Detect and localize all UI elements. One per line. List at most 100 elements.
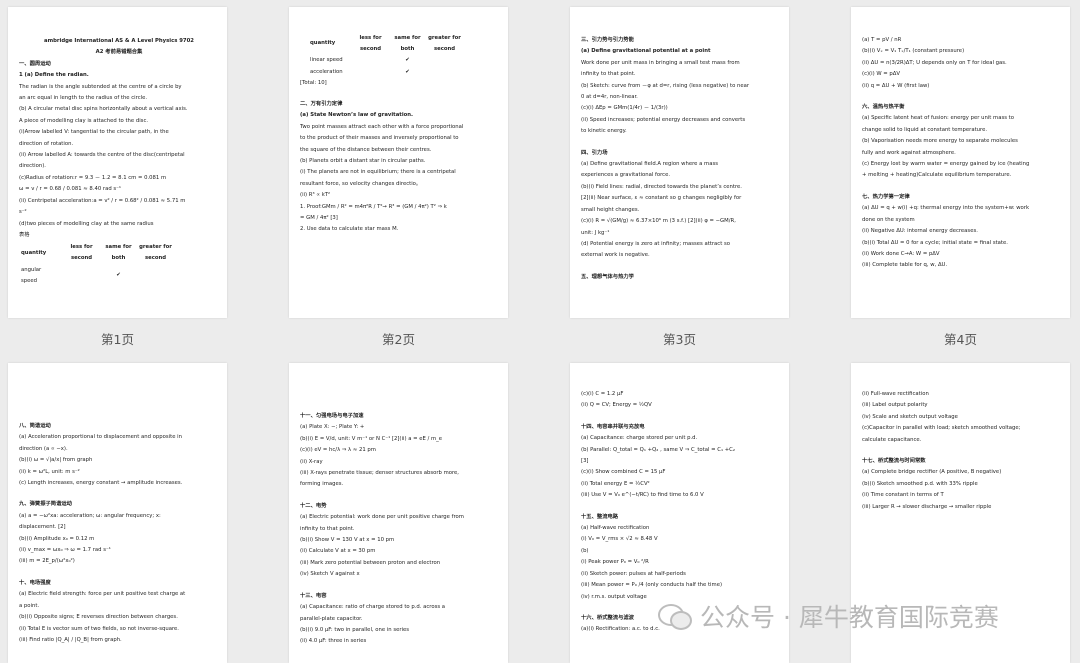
text-line: (ii) Q = CV; Energy = ½QV — [581, 402, 652, 409]
section-heading: 十五、整流电路 — [581, 513, 619, 520]
text-line: (ii) Total E is vector sum of two fields… — [19, 625, 179, 632]
text-line: (ii) q = ΔU + W (first law) — [862, 82, 930, 89]
text-line: (ii) Arrow labelled A: towards the centr… — [19, 152, 185, 159]
page-text: 十一、匀强电场与电子加速 (a) Plate X: −; Plate Y: + (b… — [300, 411, 500, 648]
text-line: (c) Energy lost by warm water = energy g… — [862, 161, 1030, 168]
text-line: (i)Arrow labelled V: tangential to the c… — [19, 129, 169, 136]
page-thumbnail[interactable]: 八、简谐运动 (a) Acceleration proportional to d… — [8, 363, 227, 663]
section-heading: 二、万有引力定律 — [300, 100, 343, 107]
page-thumbnail[interactable]: ambridge International AS & A Level Phys… — [8, 7, 227, 318]
text-line: external work is negative. — [581, 252, 650, 259]
text-line: parallel-plate capacitor. — [300, 615, 363, 622]
text-line: to the product of their masses and inver… — [300, 135, 459, 142]
text-line: (b) — [581, 547, 589, 554]
text-line: (iv) Sketch V against x — [300, 571, 360, 578]
check-mark: ✔ — [116, 272, 121, 279]
text-line: resultant force, so velocity changes dir… — [300, 180, 422, 187]
text-line: direction (a ∝ −x). — [19, 445, 68, 452]
page-thumbnail[interactable]: quantity less for same for greater for s… — [289, 7, 508, 318]
text-line: (b) A circular metal disc spins horizont… — [19, 106, 188, 113]
section-heading: 十一、匀强电场与电子加速 — [300, 413, 364, 419]
section-heading: 十七、桥式整流与时间常数 — [862, 458, 926, 465]
text-line: (ii) v_max = ωx₀ ⇒ ω = 1.7 rad s⁻¹ — [19, 547, 111, 554]
text-line: (ii) Speed increases; potential energy d… — [581, 116, 746, 123]
text-line: the square of the distance between their… — [300, 146, 432, 153]
text-line: (b)(i) Vₓ = V₁ Tₓ/T₁ (constant pressure) — [862, 48, 965, 55]
text-line: (iii) Mean power = P₀ /4 (only conducts … — [581, 582, 723, 589]
text-line: small height changes. — [581, 206, 640, 213]
text-line: (ii) ΔU = n(3/2R)ΔT; U depends only on T… — [862, 59, 1007, 66]
text-line: (ii) Total energy E = ½CV² — [581, 480, 650, 487]
text-line: (b)(i) 9.0 μF: two in parallel, one in s… — [300, 626, 410, 633]
text-line: (ii) 4.0 μF: three in series — [300, 638, 367, 645]
text-line: (ii) Work done C→A: W = pΔV — [862, 250, 940, 257]
text-line: (a) Capacitance: charge stored per unit … — [581, 435, 698, 442]
page-thumbnail[interactable]: (a) T = pV / nR (b)(i) Vₓ = V₁ Tₓ/T₁ (con… — [851, 7, 1070, 318]
text-line: (c)Radius of rotation:r = 9.3 － 1.2 = 8.… — [19, 174, 167, 181]
text-line: infinity to that point. — [581, 71, 636, 78]
text-line: (b)(i) Field lines: radial, directed tow… — [581, 183, 742, 190]
text-line: unit: J kg⁻¹ — [581, 229, 610, 236]
text-line: 2. Use data to calculate star mass M. — [300, 226, 399, 233]
text-line: (c)(i) R = √(GM/g) ≈ 6.37×10⁶ m (3 s.f.)… — [581, 218, 736, 225]
text-line: (d)two pieces of modelling clay at the s… — [19, 220, 154, 227]
text-line: (i) The planets are not in equilibrium; … — [300, 169, 456, 176]
wechat-icon — [658, 602, 692, 630]
check-mark: ✔ — [405, 68, 410, 75]
section-heading: 十二、电势 — [300, 502, 327, 509]
text-line: (a) T = pV / nR — [862, 37, 902, 43]
page-text: ambridge International AS & A Level Phys… — [19, 36, 219, 241]
text-line: [Total: 10] — [300, 79, 327, 86]
quantity-table: quantity less for same for greater for s… — [21, 241, 174, 287]
text-line: (c)(i) W = pΔV — [862, 71, 900, 78]
section-heading: 三、引力势与引力势能 — [581, 37, 634, 43]
text-line: (b)(i) Sketch smoothed p.d. with 33% rip… — [862, 480, 978, 487]
page-text: 八、简谐运动 (a) Acceleration proportional to d… — [19, 421, 219, 646]
text-line: (i) Peak power P₀ = V₀ ²/R — [581, 559, 649, 566]
text-line: Two point masses attract each other with… — [300, 123, 464, 130]
text-line: (iii) Label output polarity — [862, 402, 928, 409]
text-line: (ii) Calculate V at x = 30 pm — [300, 548, 376, 555]
text-line: (a) Half-wave rectification — [581, 525, 650, 532]
page-thumbnail[interactable]: 三、引力势与引力势能 (a) Define gravitational poten… — [570, 7, 789, 318]
text-line: (a) Capacitance: ratio of charge stored … — [300, 604, 446, 611]
table-header: same for — [105, 244, 132, 250]
text-line: calculate capacitance. — [862, 436, 922, 443]
text-line: (ii) Sketch power: pulses at half-period… — [581, 570, 686, 577]
table-cell: acceleration — [310, 68, 343, 75]
page-text: 三、引力势与引力势能 (a) Define gravitational poten… — [581, 35, 781, 283]
text-line: done on the system — [862, 216, 915, 223]
table-cell: linear speed — [310, 57, 343, 64]
text-line: a point. — [19, 602, 40, 609]
text-line: 1. Proof:GMm / R² = m4π²R / T²→ R³ = (GM… — [300, 203, 447, 210]
text-line: direction of rotation. — [19, 140, 74, 147]
page-thumbnail[interactable]: 十一、匀强电场与电子加速 (a) Plate X: −; Plate Y: + (b… — [289, 363, 508, 663]
text-line: (ii) Time constant in terms of T — [862, 492, 944, 499]
text-line: direction). — [19, 163, 46, 170]
text-line: (d) Potential energy is zero at infinity… — [581, 240, 730, 247]
text-line: (iii) X-rays penetrate tissue; denser st… — [300, 470, 459, 477]
text-line: (a) Electric field strength: force per u… — [19, 591, 186, 598]
table-header: less for — [70, 244, 93, 250]
text-line: (b) Vaporisation needs more energy to se… — [862, 138, 1018, 145]
text-line: (a) Electric potential: work done per un… — [300, 514, 464, 521]
section-heading: 1 (a) Define the radian. — [19, 72, 89, 79]
text-line: (a) ΔU = q + w(i) +q: thermal energy int… — [862, 205, 1030, 212]
table-header: quantity — [21, 249, 47, 256]
text-line: (ii) X-ray — [300, 458, 323, 465]
page-text: (a) T = pV / nR (b)(i) Vₓ = V₁ Tₓ/T₁ (con… — [862, 35, 1062, 272]
text-line: (b) Sketch: curve from －φ at d=r, rising… — [581, 82, 750, 89]
text-line: = GM / 4π² [3] — [300, 215, 338, 222]
text-line: (iii) m = 2E_p/(ω²x₀²) — [19, 558, 75, 565]
page-text: (ii) Full-wave rectification (iii) Label … — [862, 389, 1062, 513]
section-heading: 七、热力学第一定律 — [862, 193, 910, 200]
text-line: (b) Planets orbit a distant star in circ… — [300, 158, 426, 164]
section-heading: 十、电场强度 — [19, 579, 51, 586]
section-heading: (a) Define gravitational potential at a … — [581, 48, 711, 55]
section-heading: 四、引力场 — [581, 149, 608, 156]
page-label: 第2页 — [382, 332, 415, 347]
section-heading: (a) State Newton’s law of gravitation. — [300, 112, 414, 119]
text-line: an arc equal in length to the radius of … — [19, 95, 148, 102]
text-line: (ii) Negative ΔU: internal energy decrea… — [862, 228, 978, 235]
text-line: (c)(i) ΔEp = GMm(1/4r) － 1/(3r)) — [581, 105, 668, 112]
